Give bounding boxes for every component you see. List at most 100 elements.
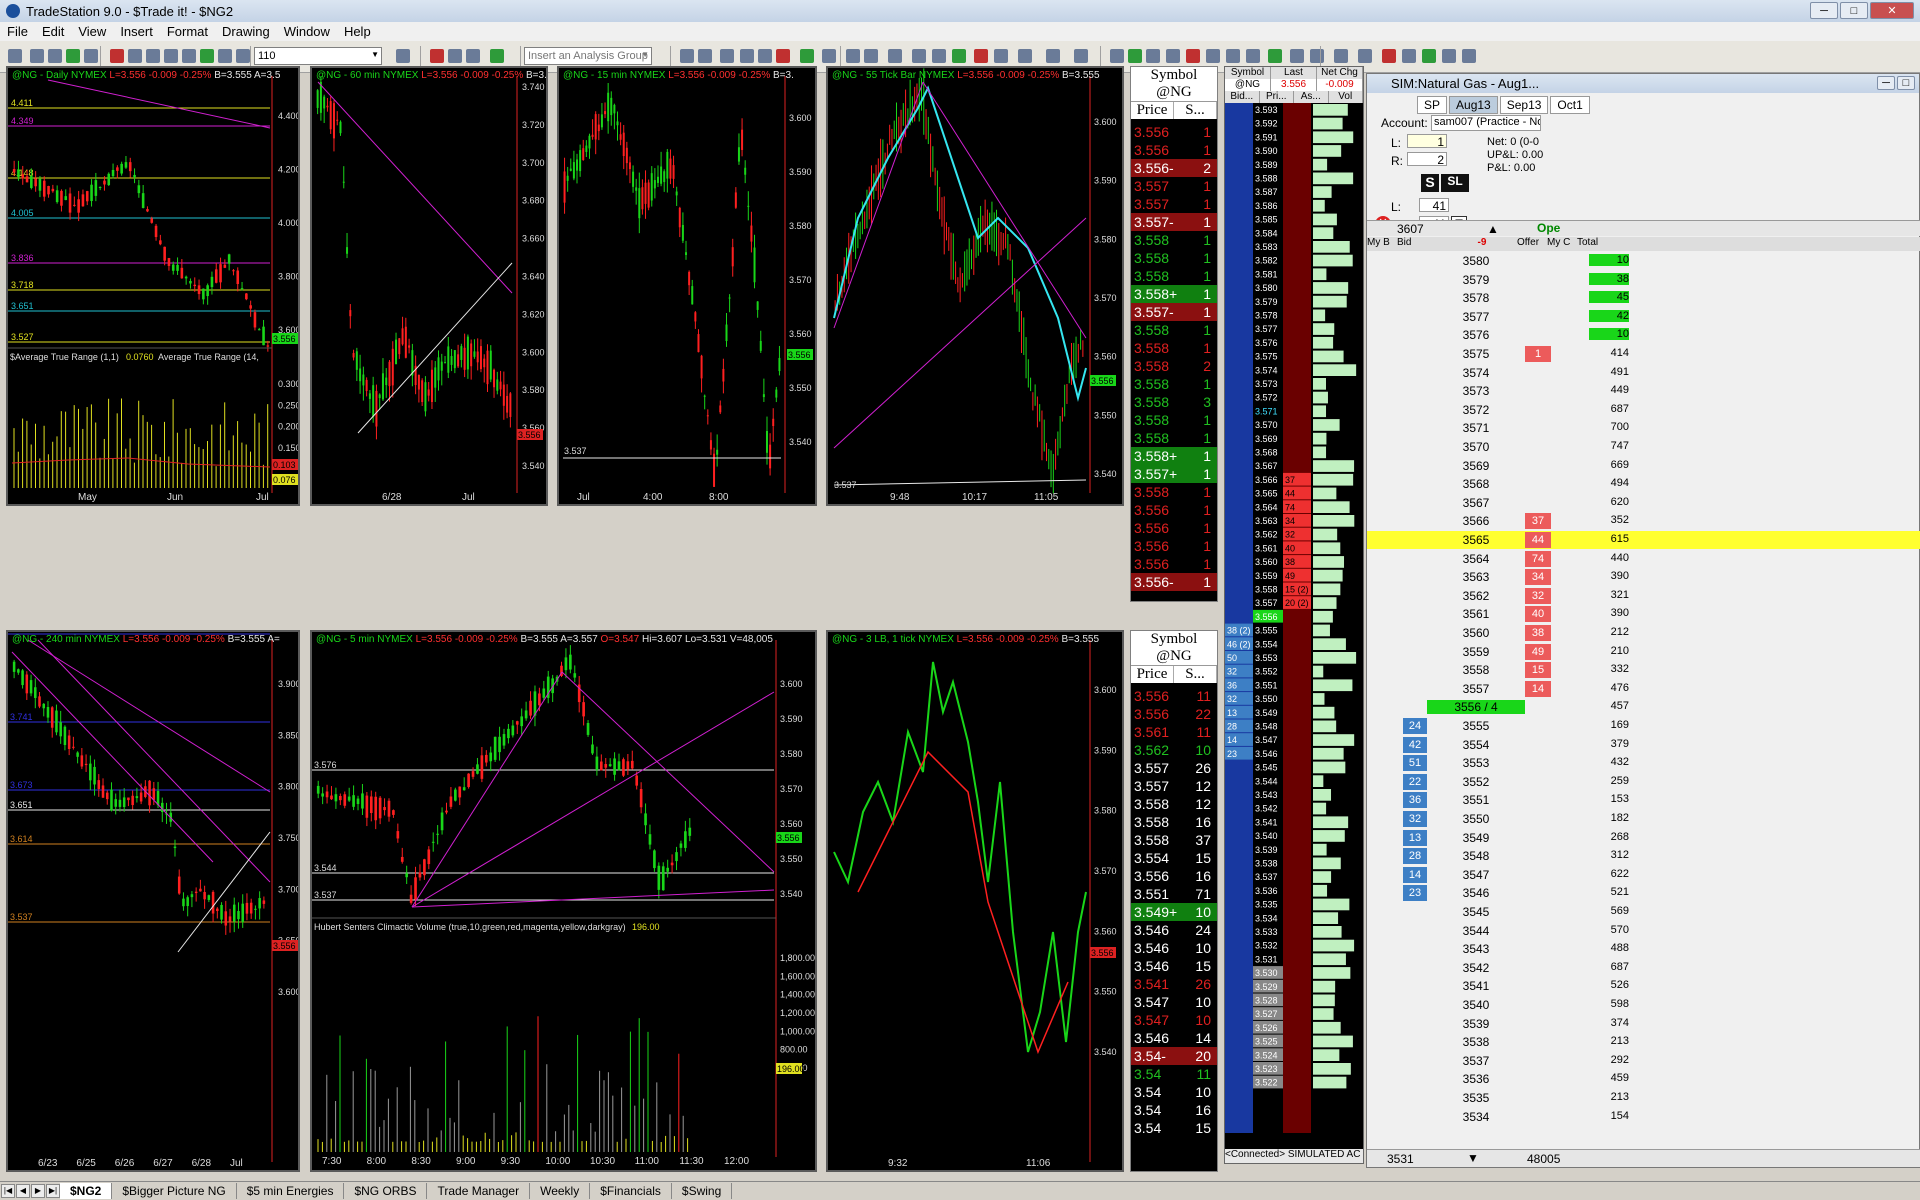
sim-offer-size[interactable]: 32 [1525, 587, 1551, 604]
scanner-icon[interactable] [466, 49, 480, 63]
circle-icon[interactable] [1268, 49, 1282, 63]
ts-row[interactable]: 3.556 22 [1131, 705, 1217, 723]
open-icon[interactable] [30, 49, 44, 63]
pointer-icon[interactable] [912, 49, 926, 63]
ts-row[interactable]: 3.546 10 [1131, 939, 1217, 957]
sim-ladder-row[interactable]: 3573 449 [1367, 382, 1920, 400]
up-arrow-icon[interactable]: ▲ [1487, 222, 1499, 236]
ladder-col-last[interactable]: Last [1271, 67, 1317, 79]
daily-chart-plot[interactable]: 4.4114.3494.1484.0053.8363.7183.6513.527… [8, 68, 298, 504]
tab-ng2[interactable]: $NG2 [60, 1183, 113, 1199]
sim-ladder-row[interactable]: 3578 45 [1367, 289, 1920, 307]
sim-ladder-row[interactable]: 3565 44 615 [1367, 531, 1920, 549]
hl-icon[interactable] [800, 49, 814, 63]
minimize-button[interactable]: ─ [1810, 2, 1838, 19]
vline-icon[interactable] [1074, 49, 1088, 63]
analysis-group-combo[interactable]: Insert an Analysis Group ▼ [524, 47, 652, 65]
hammer-icon[interactable] [952, 49, 966, 63]
menu-view[interactable]: View [71, 24, 113, 39]
channel-icon[interactable] [1018, 49, 1032, 63]
sim-ladder-row[interactable]: 3536 459 [1367, 1070, 1920, 1088]
col-total[interactable]: Total [1577, 237, 1607, 251]
ts-row[interactable]: 3.54- 20 [1131, 1047, 1217, 1065]
rect-icon[interactable] [1290, 49, 1304, 63]
sim-ladder-row[interactable]: 3554 42 379 [1367, 736, 1920, 754]
stop-button[interactable]: S [1421, 174, 1439, 192]
down-arrow-icon[interactable]: ▼ [1467, 1151, 1479, 1165]
ladder-col-ask[interactable]: As... [1294, 91, 1329, 103]
menu-drawing[interactable]: Drawing [215, 24, 277, 39]
sim-bid-size[interactable]: 24 [1403, 718, 1427, 734]
sim-bid-size[interactable]: 32 [1403, 811, 1427, 827]
sim-ladder-row[interactable]: 3572 687 [1367, 401, 1920, 419]
ts-row[interactable]: 3.551 71 [1131, 885, 1217, 903]
sim-ladder-row[interactable]: 3566 37 352 [1367, 512, 1920, 530]
new-chart-icon[interactable] [8, 49, 22, 63]
tab-first-icon[interactable]: |◀ [1, 1184, 15, 1198]
sim-offer-size[interactable]: 49 [1525, 643, 1551, 660]
ladder-col-bid[interactable]: Bid... [1225, 91, 1260, 103]
chart-5min[interactable]: 3.576 3.544 3.537 3.600 3.590 3.580 3.570 3.560… [310, 630, 817, 1172]
chart-60min[interactable]: 3.740 3.720 3.700 3.680 3.660 3.640 3.620 3.600… [310, 66, 548, 506]
r-stepper[interactable]: 2 [1407, 152, 1447, 167]
maximize-button[interactable]: □ [1840, 2, 1868, 19]
sim-ladder-row[interactable]: 3576 10 [1367, 326, 1920, 344]
sim-minimize-button[interactable]: ─ [1877, 76, 1895, 90]
tab-weekly[interactable]: Weekly [530, 1183, 591, 1199]
tab-swing[interactable]: $Swing [672, 1183, 733, 1199]
pitchfork-icon[interactable] [1186, 49, 1200, 63]
chart-3lb[interactable]: 3.600 3.590 3.580 3.570 3.560 3.550 3.540 3.556… [826, 630, 1124, 1172]
sim-ladder-row[interactable]: 3534 154 [1367, 1108, 1920, 1126]
ts-col-price[interactable]: Price [1131, 102, 1174, 119]
ts-row[interactable]: 3.562 10 [1131, 741, 1217, 759]
menu-insert[interactable]: Insert [113, 24, 160, 39]
ts-row[interactable]: 3.546 15 [1131, 957, 1217, 975]
sim-ladder-row[interactable]: 3537 292 [1367, 1052, 1920, 1070]
sim-ladder-row[interactable]: 3542 687 [1367, 959, 1920, 977]
240min-chart-plot[interactable]: 3.8713.7413.6733.6513.6143.5373.9003.850… [8, 632, 298, 1170]
ray-icon[interactable] [1166, 49, 1180, 63]
time-sales-1[interactable]: Symbol @NG Price S... 3.556 1 3.556 1 3.556- 2… [1130, 66, 1218, 602]
ts-row[interactable]: 3.556- 1 [1131, 573, 1217, 591]
ladder-grid[interactable]: 3.593 3.592 3.591 3.590 3.589 3.588 3.587 3.586… [1225, 103, 1363, 1133]
analysis-icon[interactable] [430, 49, 444, 63]
ts-row[interactable]: 3.558 3 [1131, 393, 1217, 411]
radar-icon[interactable] [490, 49, 504, 63]
dot-icon[interactable] [822, 49, 836, 63]
sim-ladder-row[interactable]: 3540 598 [1367, 996, 1920, 1014]
sim-ladder-row[interactable]: 3541 526 [1367, 977, 1920, 995]
sim-offer-size[interactable]: 40 [1525, 606, 1551, 623]
ts-row[interactable]: 3.558 1 [1131, 483, 1217, 501]
menu-format[interactable]: Format [160, 24, 215, 39]
ts-row[interactable]: 3.556 11 [1131, 687, 1217, 705]
ts-row[interactable]: 3.547 10 [1131, 993, 1217, 1011]
time-sales-2[interactable]: Symbol @NG Price S... 3.556 11 3.556 22 3.561… [1130, 630, 1218, 1172]
sim-ladder-row[interactable]: 3535 213 [1367, 1089, 1920, 1107]
bracket-icon[interactable] [846, 49, 860, 63]
ladder-col-netchg[interactable]: Net Chg [1317, 67, 1363, 79]
cut-icon[interactable] [110, 49, 124, 63]
triangle-icon[interactable] [1358, 49, 1372, 63]
pen-icon[interactable] [1382, 49, 1396, 63]
sim-ladder-row[interactable]: 3551 36 153 [1367, 791, 1920, 809]
up-arrow-icon[interactable] [1226, 49, 1240, 63]
strategy-icon[interactable] [448, 49, 462, 63]
menu-file[interactable]: File [0, 24, 35, 39]
ts-row[interactable]: 3.558 2 [1131, 357, 1217, 375]
sim-offer-size[interactable]: 1 [1525, 346, 1551, 362]
3lb-chart-plot[interactable]: 3.600 3.590 3.580 3.570 3.560 3.550 3.540 3.556… [828, 632, 1122, 1170]
sim-bid-size[interactable]: 42 [1403, 736, 1427, 753]
sim-bid-size[interactable]: 51 [1403, 755, 1427, 772]
tab-5min-energies[interactable]: $5 min Energies [237, 1183, 345, 1199]
sim-ladder-row[interactable]: 3562 32 321 [1367, 587, 1920, 605]
ts-row[interactable]: 3.549+ 10 [1131, 903, 1217, 921]
lock-icon[interactable] [146, 49, 160, 63]
ts-row[interactable]: 3.547 10 [1131, 1011, 1217, 1029]
col-offer[interactable]: Offer [1517, 237, 1547, 251]
sim-ladder-row[interactable]: 3539 374 [1367, 1015, 1920, 1033]
ts-row[interactable]: 3.557 1 [1131, 195, 1217, 213]
sim-bid-size[interactable]: 23 [1403, 885, 1427, 902]
sim-ladder-row[interactable]: 3548 28 312 [1367, 847, 1920, 865]
ladder-col-price[interactable]: Pri... [1260, 91, 1294, 103]
tab-prev-icon[interactable]: ◀ [16, 1184, 30, 1198]
